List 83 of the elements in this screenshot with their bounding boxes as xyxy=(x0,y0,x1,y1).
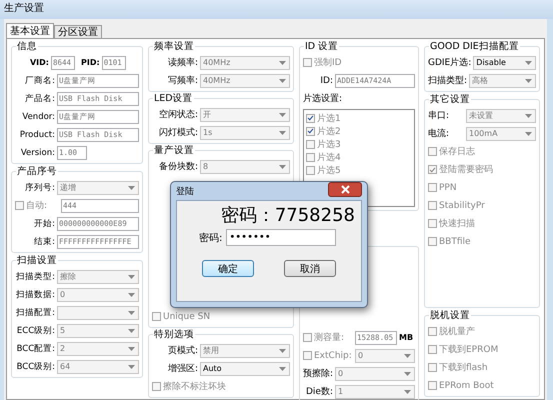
caret-icon xyxy=(404,372,411,376)
group-title: ID 设置 xyxy=(304,40,340,53)
caret-icon xyxy=(279,164,286,168)
field-label: 结束: xyxy=(33,236,55,248)
checkbox[interactable]: 片选2 xyxy=(306,125,412,137)
dialog-button[interactable]: 取消 xyxy=(284,260,336,277)
field-label: 电流: xyxy=(428,128,450,140)
group-title: 产品序号 xyxy=(16,165,58,178)
unit-label: MB xyxy=(399,333,414,342)
field-label: 备份块数: xyxy=(158,160,198,173)
tab[interactable]: 分区设置 xyxy=(54,25,102,38)
section-label: 片选设置: xyxy=(303,92,342,105)
close-icon xyxy=(340,184,350,194)
caret-icon xyxy=(128,364,135,368)
field-label: 开始: xyxy=(33,218,55,230)
field-label: 厂商名: xyxy=(24,74,55,86)
dialog-button[interactable]: 确定 xyxy=(202,260,254,277)
field-label: 扫描类型: xyxy=(428,74,468,87)
field-label: 密码: xyxy=(199,232,222,244)
group-title: 脱机设置 xyxy=(429,309,471,322)
field-label: Die数: xyxy=(305,386,333,398)
caret-icon xyxy=(128,310,135,314)
password-text: 密码：7758258 xyxy=(220,204,355,227)
group-title: 扫描设置 xyxy=(16,254,58,267)
checkbox[interactable]: 片选3 xyxy=(306,138,412,150)
field-label: 空闲状态: xyxy=(158,108,198,121)
field-label: PID: xyxy=(81,58,100,67)
dropdown[interactable]: Disable xyxy=(473,56,536,70)
caret-icon xyxy=(525,60,532,64)
caret-icon xyxy=(128,292,135,296)
field-label: Version: xyxy=(20,148,55,158)
checkbox[interactable]: 片选1 xyxy=(306,112,412,124)
caret-icon xyxy=(128,274,135,278)
group-title: 特别选项 xyxy=(153,328,195,341)
group-title: 信息 xyxy=(16,40,38,53)
field-label: Vendor: xyxy=(21,112,55,122)
caret-icon xyxy=(279,112,286,116)
field-label: ECC级别: xyxy=(16,324,55,336)
caret-icon xyxy=(404,354,411,358)
caret-icon xyxy=(279,78,286,82)
field-label: VID: xyxy=(28,58,49,67)
field-label: ID: xyxy=(319,76,333,86)
checkbox[interactable]: 片选5 xyxy=(306,164,412,176)
caret-icon xyxy=(279,130,286,134)
field-label: 读频率: xyxy=(166,56,198,69)
field-label: 预擦除: xyxy=(303,368,333,380)
field-label: 串口: xyxy=(428,110,450,122)
caret-icon xyxy=(279,60,286,64)
field-label: 闪灯模式: xyxy=(158,126,198,139)
checkbox[interactable]: 片选4 xyxy=(306,151,412,163)
caret-icon xyxy=(128,346,135,350)
password-field[interactable]: ••••••• xyxy=(226,229,336,246)
group-title: LED设置 xyxy=(153,92,194,105)
check-icon xyxy=(429,166,436,174)
field-label: 产品名: xyxy=(24,92,55,104)
field-label: BCC配置: xyxy=(16,342,55,354)
close-button[interactable] xyxy=(328,182,362,196)
dropdown[interactable]: Auto xyxy=(200,362,290,376)
window-title: 生产设置 xyxy=(0,0,553,19)
caret-icon xyxy=(279,366,286,370)
field-label: GDIE片选: xyxy=(428,56,472,69)
caret-icon xyxy=(279,348,286,352)
field-label: 扫描类型: xyxy=(15,270,55,282)
group-title: 频率设置 xyxy=(153,40,195,53)
field-label: Product: xyxy=(18,130,55,140)
caret-icon xyxy=(404,390,411,394)
dialog-title: 登陆 xyxy=(176,186,194,198)
group-title: 其它设置 xyxy=(429,93,471,106)
caret-icon xyxy=(525,132,532,136)
caret-icon xyxy=(525,114,532,118)
field-label: 增强区: xyxy=(166,362,198,375)
field-label: BCC级别: xyxy=(16,360,55,372)
group-title: GOOD DIE扫描配置 xyxy=(429,40,520,53)
field-label: 扫描配置: xyxy=(15,306,55,318)
field-label: 页模式: xyxy=(166,344,198,357)
caret-icon xyxy=(128,186,135,190)
field-label: 扫描数据: xyxy=(15,288,55,300)
field-label: 写频率: xyxy=(166,74,198,87)
caret-icon xyxy=(525,78,532,82)
field-label: 序列号: xyxy=(24,182,55,194)
tab[interactable]: 基本设置 xyxy=(6,23,54,38)
caret-icon xyxy=(128,328,135,332)
group-title: 量产设置 xyxy=(153,144,195,157)
